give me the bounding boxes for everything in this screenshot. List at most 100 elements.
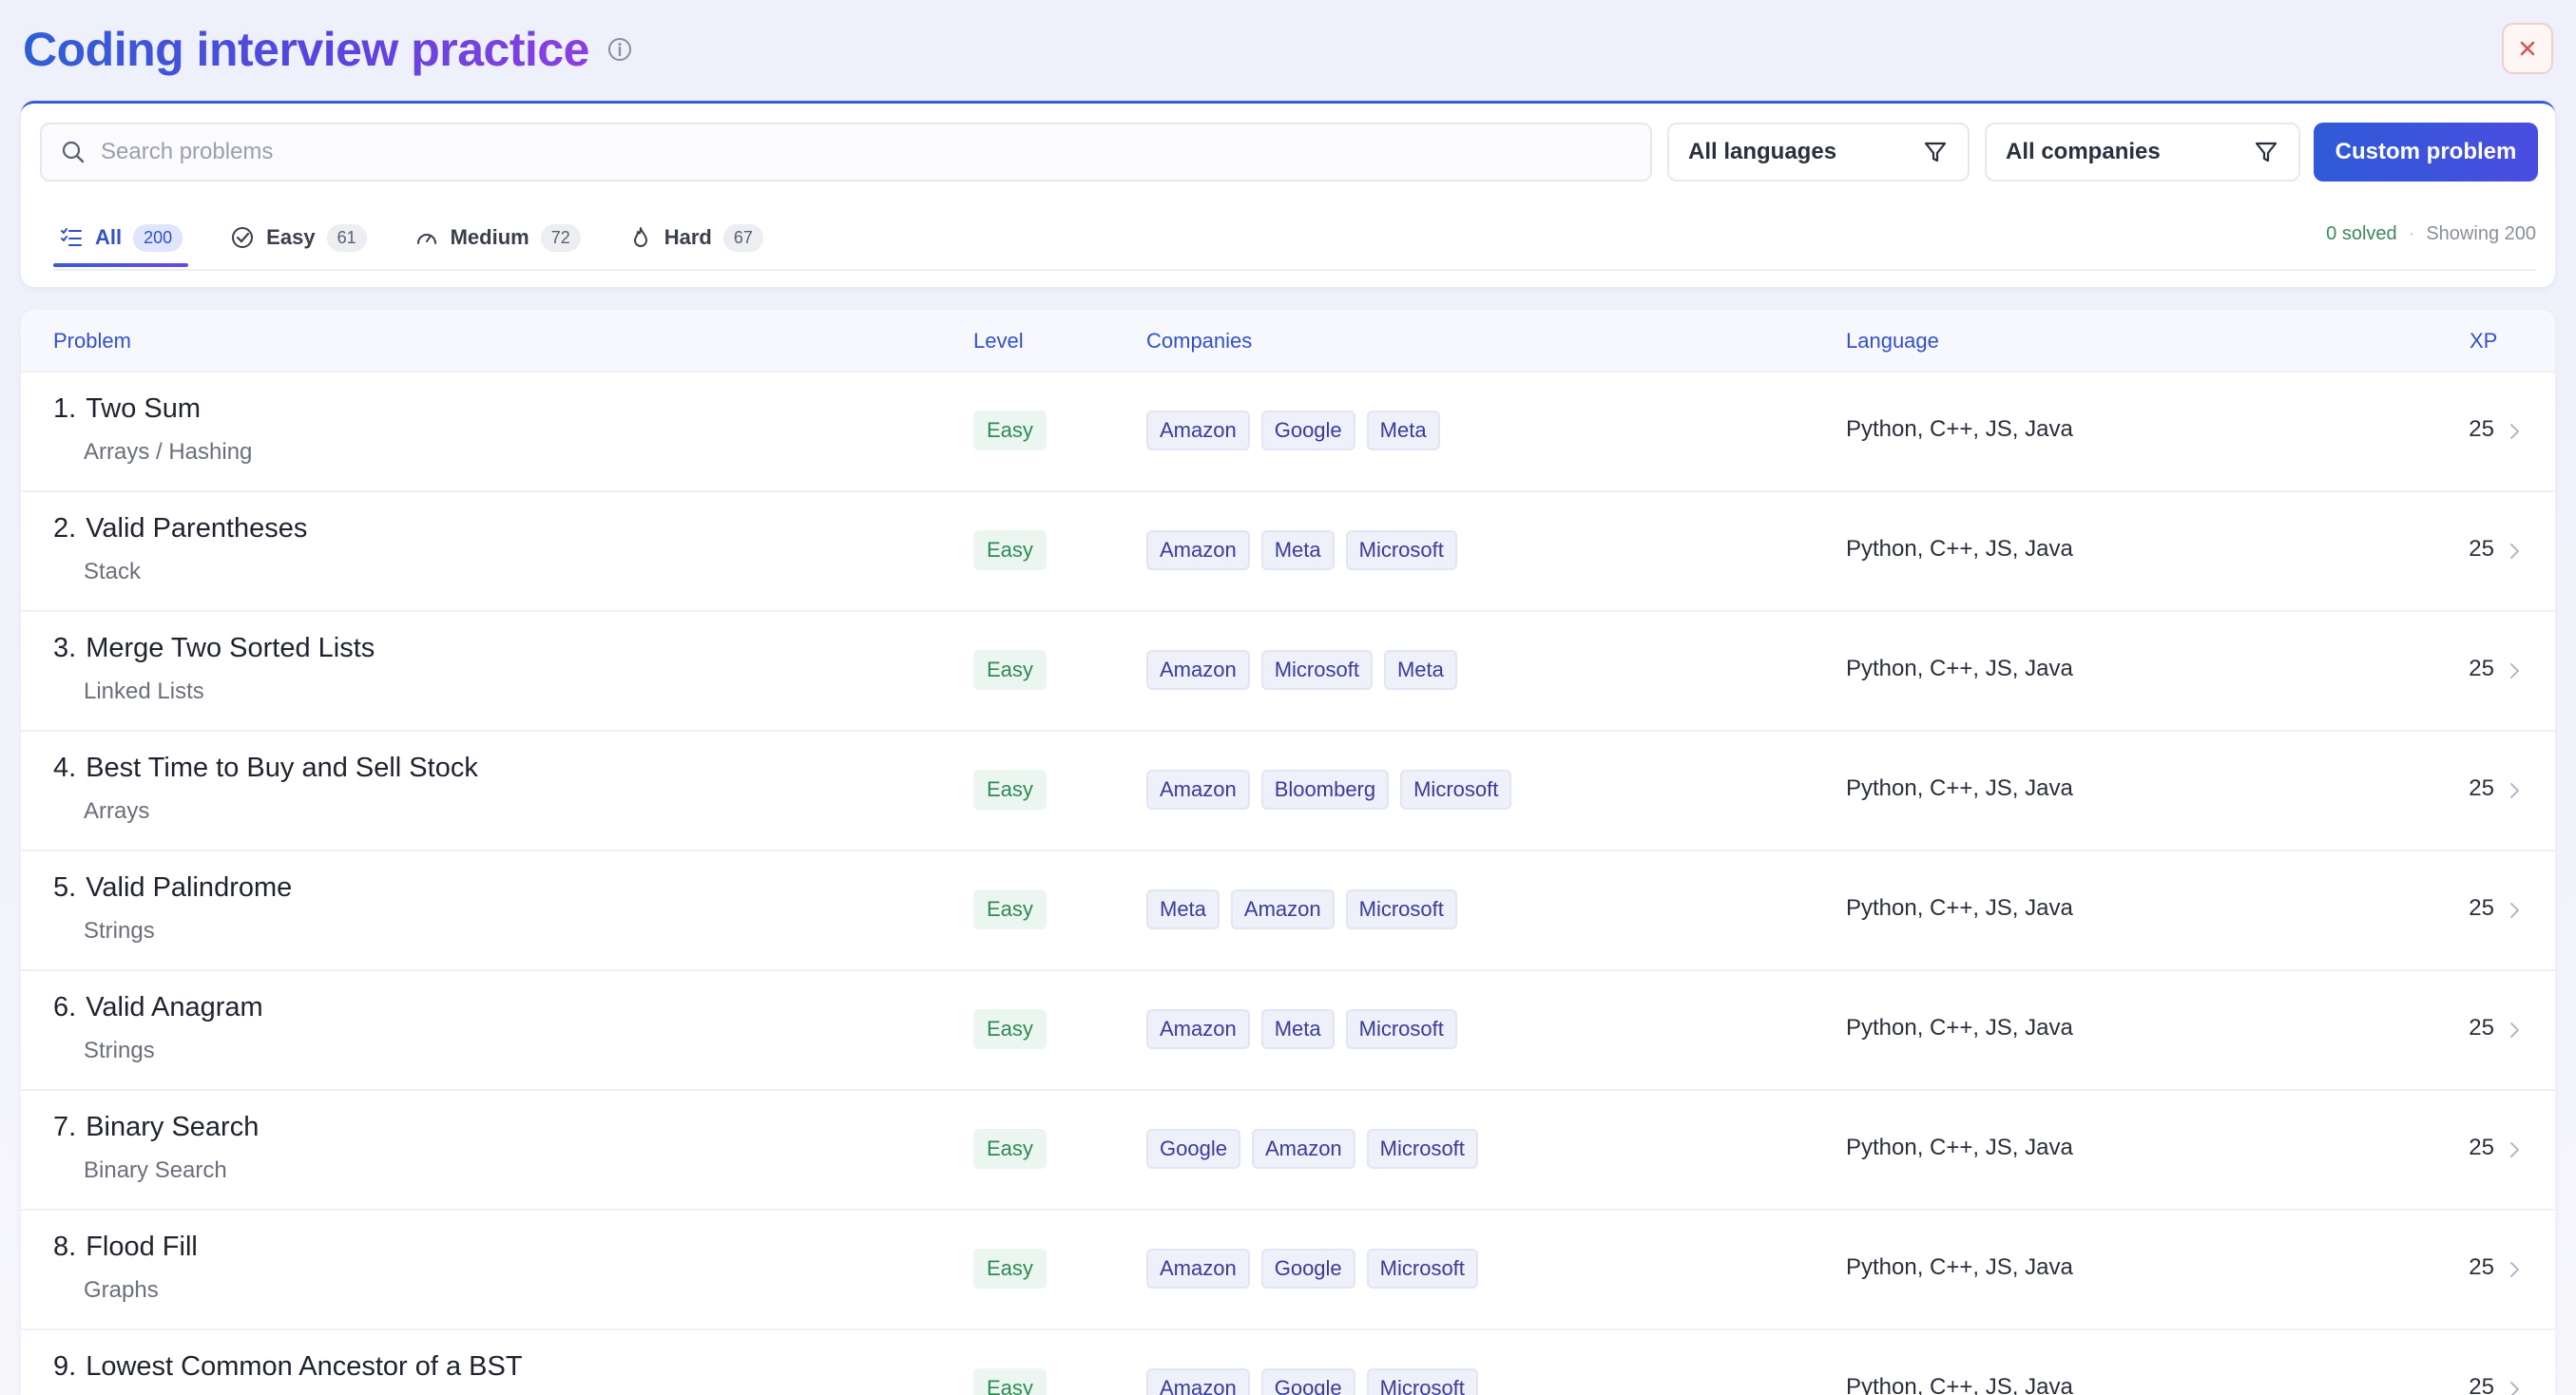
- problem-title: 5. Valid Palindrome: [53, 872, 292, 904]
- gauge-icon: [414, 225, 439, 250]
- stats: 0 solved · Showing 200: [2326, 223, 2536, 245]
- difficulty-tabs: All 200 Easy 61 Medium 72 Hard 67: [53, 212, 769, 269]
- problem-topic: Binary Search: [84, 1157, 227, 1183]
- table-row[interactable]: 4. Best Time to Buy and Sell Stock Arrays…: [21, 732, 2555, 851]
- table-row[interactable]: 9. Lowest Common Ancestor of a BST Easy A…: [21, 1330, 2555, 1395]
- company-list: Amazon Meta Microsoft: [1146, 530, 1457, 570]
- tab-count: 67: [722, 223, 763, 252]
- toolbar-card: All languages All companies Custom probl…: [21, 101, 2555, 287]
- practice-page: Coding interview practice All languages …: [0, 0, 2576, 1395]
- problem-topic: Strings: [84, 1038, 155, 1063]
- chevron-right-icon: [2504, 1376, 2525, 1395]
- problem-title: 4. Best Time to Buy and Sell Stock: [53, 753, 478, 784]
- column-header-xp[interactable]: XP: [2470, 329, 2497, 354]
- problem-name: Flood Fill: [86, 1232, 198, 1262]
- table-row[interactable]: 6. Valid Anagram Strings Easy Amazon Meta M…: [21, 971, 2555, 1091]
- search-icon: [61, 140, 86, 164]
- company-filter-label: All companies: [2006, 139, 2161, 164]
- xp-value: 25: [2469, 1254, 2494, 1280]
- solved-count: 0 solved: [2326, 223, 2397, 244]
- info-icon[interactable]: [606, 36, 633, 63]
- problem-title: 9. Lowest Common Ancestor of a BST: [53, 1351, 523, 1383]
- checklist-icon: [59, 225, 84, 250]
- language-list: Python, C++, JS, Java: [1846, 1135, 2073, 1160]
- company-filter[interactable]: All companies: [1985, 123, 2300, 182]
- tab-easy[interactable]: Easy 61: [224, 212, 372, 263]
- company-chip: Microsoft: [1366, 1368, 1478, 1395]
- company-list: Amazon Meta Microsoft: [1146, 1009, 1457, 1049]
- table-row[interactable]: 7. Binary Search Binary Search Easy Googl…: [21, 1091, 2555, 1211]
- close-icon: [2517, 38, 2538, 59]
- tab-count: 61: [326, 223, 367, 252]
- company-chip: Google: [1260, 1249, 1355, 1289]
- company-chip: Microsoft: [1366, 1129, 1478, 1169]
- language-list: Python, C++, JS, Java: [1846, 895, 2073, 921]
- company-chip: Amazon: [1146, 1249, 1250, 1289]
- check-circle-icon: [230, 225, 255, 250]
- language-filter[interactable]: All languages: [1667, 123, 1970, 182]
- custom-problem-button[interactable]: Custom problem: [2314, 123, 2538, 182]
- column-header-level[interactable]: Level: [973, 329, 1024, 354]
- company-chip: Amazon: [1146, 411, 1250, 450]
- problem-topic: Graphs: [84, 1277, 159, 1303]
- xp-value: 25: [2469, 1135, 2494, 1160]
- column-header-language[interactable]: Language: [1846, 329, 1939, 354]
- close-button[interactable]: [2502, 23, 2553, 74]
- company-chip: Meta: [1146, 889, 1220, 929]
- company-chip: Microsoft: [1260, 650, 1373, 690]
- tab-hard[interactable]: Hard 67: [623, 212, 769, 263]
- level-badge: Easy: [973, 1249, 1047, 1289]
- table-row[interactable]: 5. Valid Palindrome Strings Easy Meta Amaz…: [21, 851, 2555, 971]
- chevron-right-icon: [2504, 418, 2525, 445]
- level-badge: Easy: [973, 530, 1047, 570]
- company-chip: Amazon: [1230, 889, 1335, 929]
- table-header: Problem Level Companies Language XP: [21, 310, 2555, 373]
- chevron-right-icon: [2504, 1137, 2525, 1163]
- table-row[interactable]: 1. Two Sum Arrays / Hashing Easy Amazon Go…: [21, 373, 2555, 492]
- column-header-problem[interactable]: Problem: [53, 329, 131, 354]
- problem-topic: Strings: [84, 918, 155, 944]
- tab-all[interactable]: All 200: [53, 212, 189, 267]
- xp-value: 25: [2469, 536, 2494, 562]
- company-chip: Amazon: [1146, 530, 1250, 570]
- problem-title: 2. Valid Parentheses: [53, 513, 307, 545]
- language-list: Python, C++, JS, Java: [1846, 1374, 2073, 1395]
- language-list: Python, C++, JS, Java: [1846, 1254, 2073, 1280]
- level-badge: Easy: [973, 1009, 1047, 1049]
- table-row[interactable]: 2. Valid Parentheses Stack Easy Amazon Met…: [21, 492, 2555, 612]
- showing-count: Showing 200: [2426, 223, 2536, 244]
- xp-value: 25: [2469, 775, 2494, 801]
- company-chip: Meta: [1366, 411, 1440, 450]
- table-row[interactable]: 8. Flood Fill Graphs Easy Amazon Google Mic…: [21, 1211, 2555, 1330]
- problem-title: 1. Two Sum: [53, 393, 201, 425]
- company-chip: Amazon: [1146, 770, 1250, 810]
- problem-name: Two Sum: [86, 393, 202, 424]
- level-badge: Easy: [973, 1368, 1047, 1395]
- tab-count: 200: [133, 223, 183, 252]
- search-input[interactable]: [101, 139, 1584, 165]
- xp-value: 25: [2469, 416, 2494, 442]
- problem-name: Valid Parentheses: [86, 513, 308, 544]
- company-chip: Bloomberg: [1260, 770, 1390, 810]
- problem-number: 6.: [53, 992, 77, 1022]
- company-list: Amazon Google Microsoft: [1146, 1368, 1478, 1395]
- column-header-companies[interactable]: Companies: [1146, 329, 1252, 354]
- company-chip: Meta: [1260, 1009, 1335, 1049]
- search-box: [40, 123, 1652, 182]
- level-badge: Easy: [973, 411, 1047, 450]
- company-list: Google Amazon Microsoft: [1146, 1129, 1478, 1169]
- flame-icon: [628, 225, 653, 250]
- tab-count: 72: [540, 223, 581, 252]
- problem-topic: Linked Lists: [84, 678, 204, 704]
- level-badge: Easy: [973, 770, 1047, 810]
- tab-medium[interactable]: Medium 72: [409, 212, 586, 263]
- table-row[interactable]: 3. Merge Two Sorted Lists Linked Lists Ea…: [21, 612, 2555, 732]
- problem-title: 7. Binary Search: [53, 1112, 259, 1143]
- chevron-right-icon: [2504, 777, 2525, 804]
- company-chip: Google: [1260, 1368, 1355, 1395]
- xp-value: 25: [2469, 1374, 2494, 1395]
- company-chip: Amazon: [1146, 650, 1250, 690]
- problem-number: 7.: [53, 1112, 77, 1142]
- company-list: Meta Amazon Microsoft: [1146, 889, 1457, 929]
- company-chip: Microsoft: [1366, 1249, 1478, 1289]
